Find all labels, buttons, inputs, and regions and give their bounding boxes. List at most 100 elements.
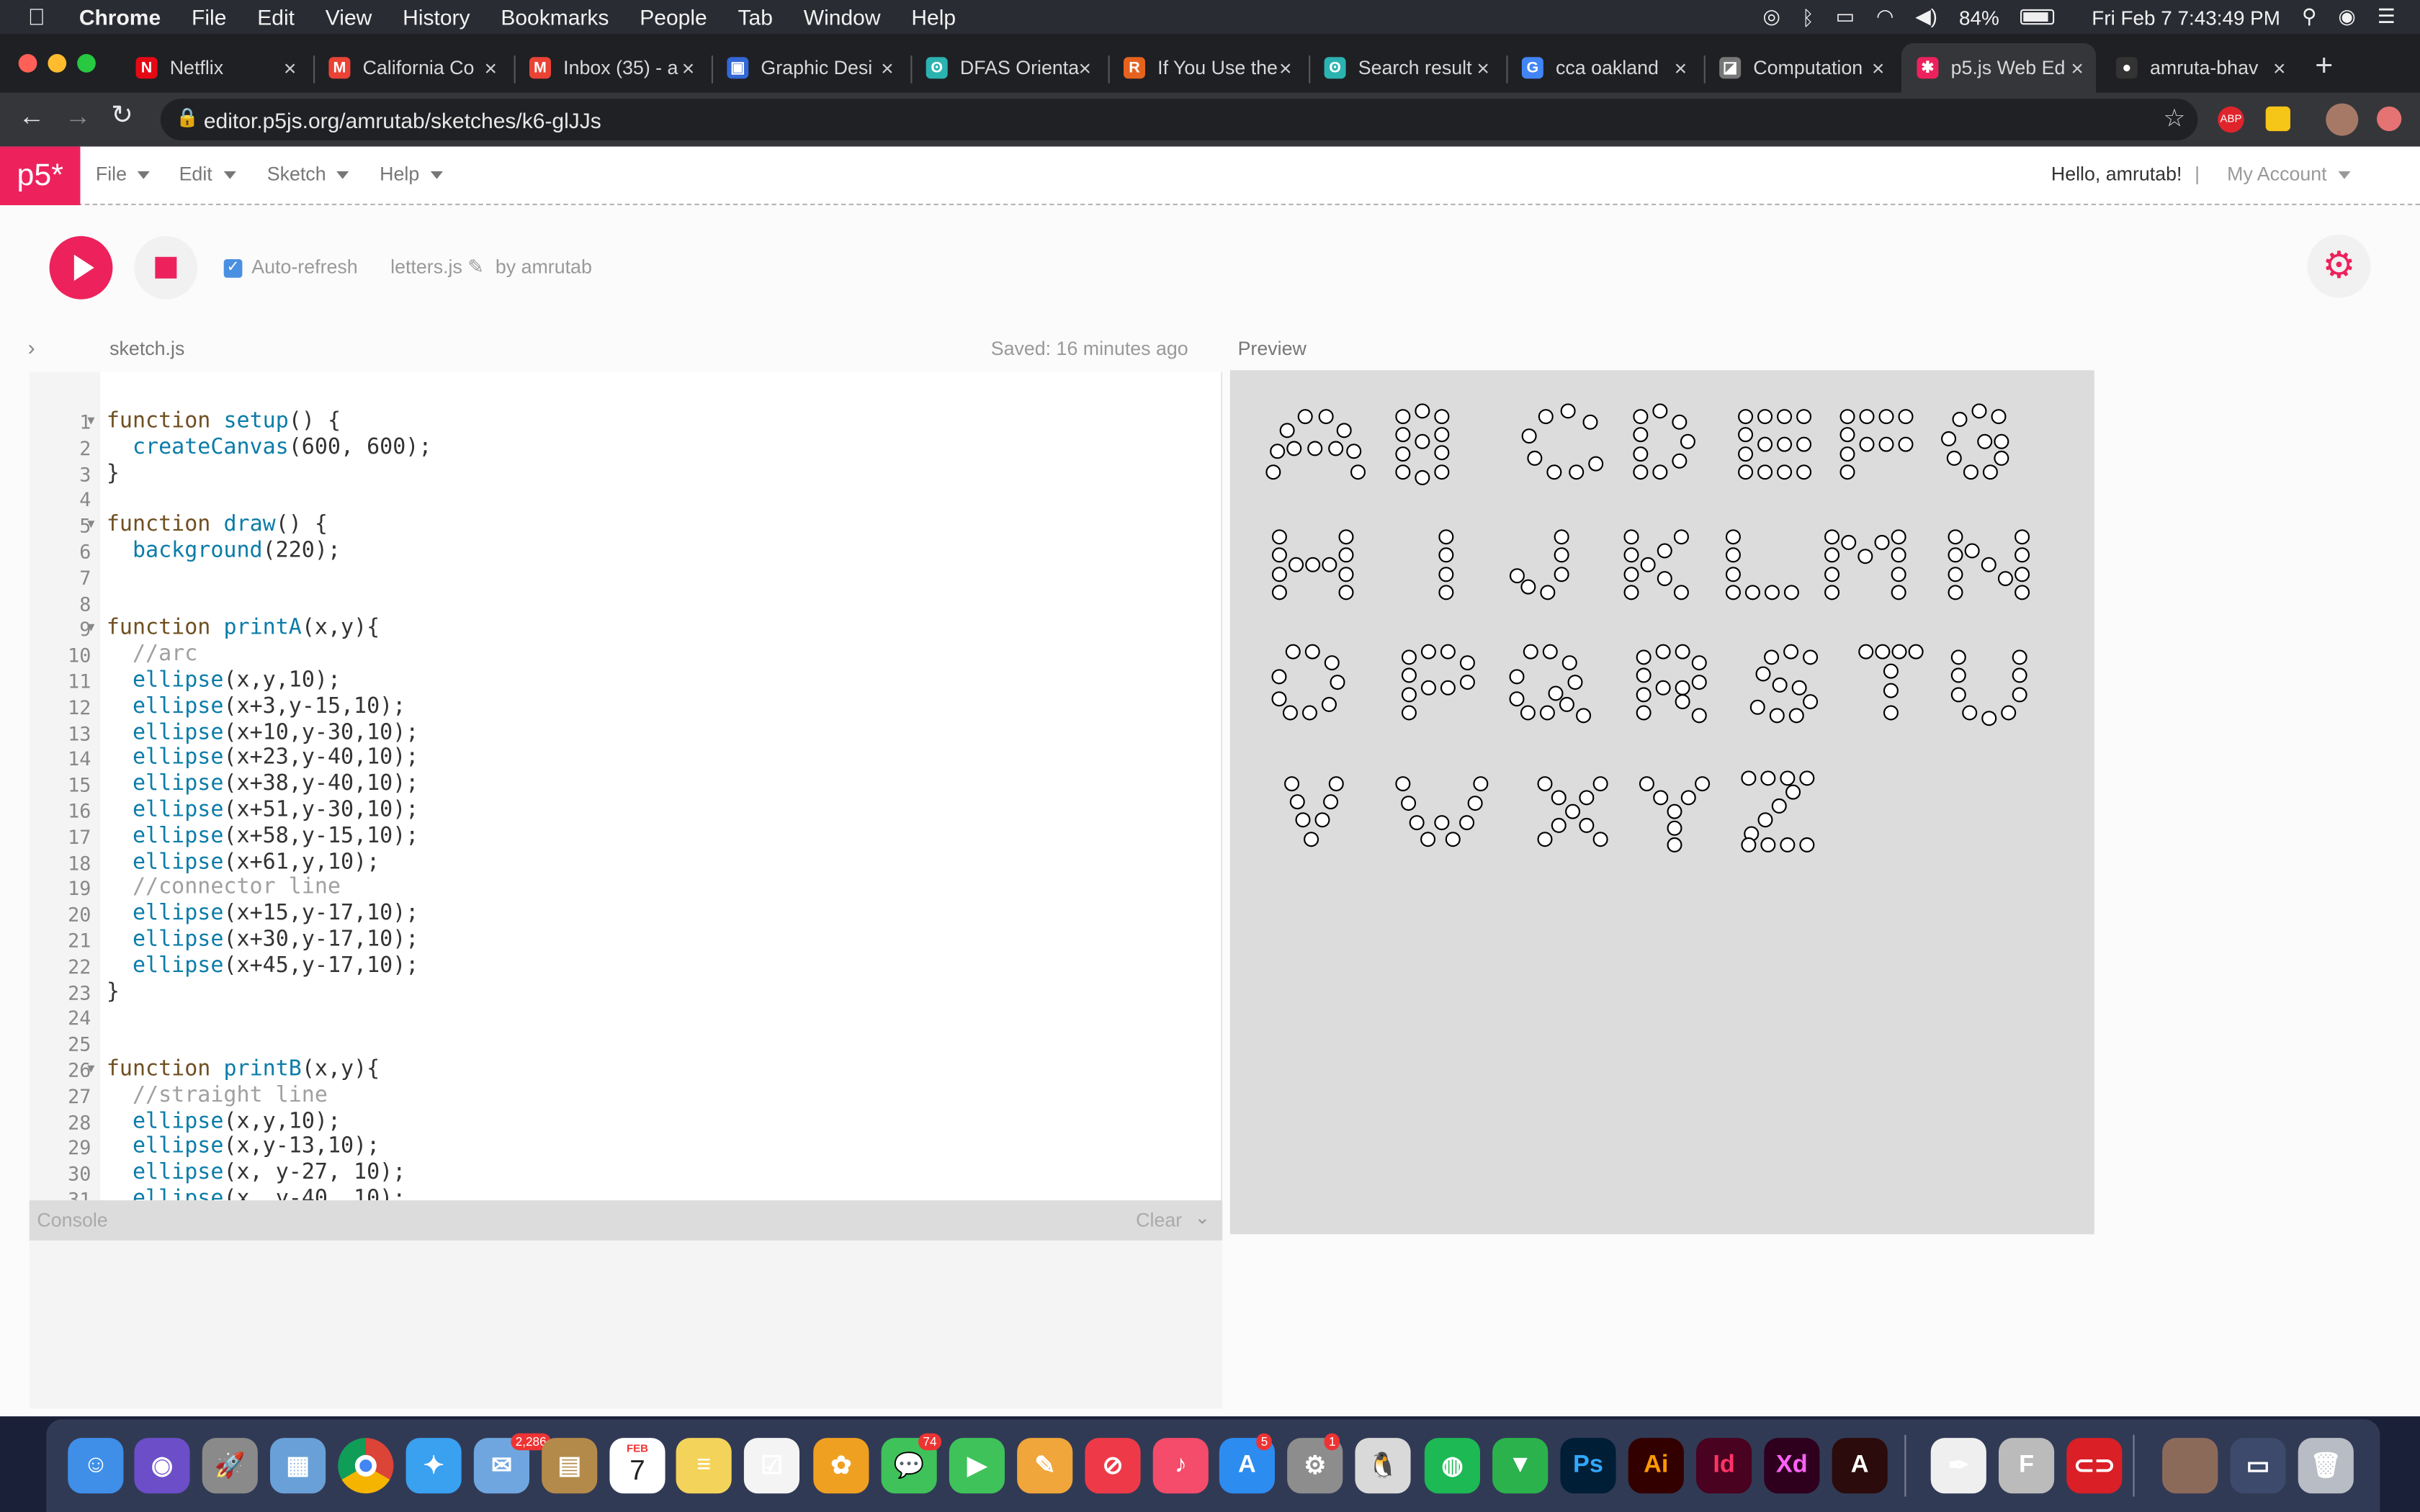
menu-tab[interactable]: Tab xyxy=(738,4,773,29)
menu-view[interactable]: View xyxy=(326,4,372,29)
wifi-icon[interactable]: ◠ xyxy=(1876,4,1894,29)
code-line[interactable]: ellipse(x+38,y-40,10); xyxy=(107,772,419,796)
code-line[interactable]: function printB(x,y){ xyxy=(107,1057,380,1081)
zoom-window-button[interactable] xyxy=(77,54,96,73)
siri-icon[interactable]: ◉ xyxy=(134,1438,190,1494)
code-line[interactable]: ellipse(x,y-13,10); xyxy=(107,1135,380,1159)
code-line[interactable]: //straight line xyxy=(107,1083,328,1107)
fold-arrow-icon[interactable]: ▼ xyxy=(85,517,97,531)
code-line[interactable]: } xyxy=(107,461,120,485)
auto-refresh-checkbox[interactable]: ✓ xyxy=(223,259,243,278)
chrome-icon[interactable] xyxy=(338,1438,394,1494)
browser-tab[interactable]: N Netflix × xyxy=(120,43,308,93)
menu-people[interactable]: People xyxy=(640,4,707,29)
apple-icon[interactable]:  xyxy=(28,4,45,30)
p5-menu-file[interactable]: File xyxy=(96,163,151,185)
stop-button[interactable] xyxy=(134,235,198,300)
code-line[interactable]: //connector line xyxy=(107,876,341,900)
notification-center-icon[interactable]: ☰ xyxy=(2378,4,2396,29)
notefile-icon[interactable]: ▤ xyxy=(542,1438,598,1494)
menu-edit[interactable]: Edit xyxy=(257,4,295,29)
fontbook-icon[interactable]: F xyxy=(1999,1438,2055,1494)
airplay-icon[interactable]: ▭ xyxy=(1836,4,1855,29)
code-line[interactable]: ellipse(x+45,y-17,10); xyxy=(107,953,419,978)
fold-arrow-icon[interactable]: ▼ xyxy=(85,413,97,427)
app-menu[interactable]: Chrome xyxy=(79,4,161,29)
code-editor[interactable]: 1 ▼ 2 3 4 5 ▼ 6 7 8 9 ▼ 10 11 12 13 14 15 16 17 18 19 20 21 22 23… xyxy=(29,372,1223,1201)
close-tab-icon[interactable]: × xyxy=(1476,55,1489,80)
menu-bookmarks[interactable]: Bookmarks xyxy=(501,4,609,29)
code-line[interactable]: ellipse(x+51,y-30,10); xyxy=(107,798,419,822)
fold-arrow-icon[interactable]: ▼ xyxy=(85,621,97,634)
browser-tab[interactable]: ✱ p5.js Web Ed × xyxy=(1901,43,2096,93)
preview-canvas[interactable] xyxy=(1229,370,2094,1235)
browser-tab[interactable]: ʘ Search result × xyxy=(1309,43,1502,93)
address-bar[interactable]: 🔒 editor.p5js.org/amrutab/sketches/k6-gl… xyxy=(160,99,2198,140)
menu-history[interactable]: History xyxy=(403,4,470,29)
reminders-icon[interactable]: ☑ xyxy=(743,1438,799,1494)
code-line[interactable]: //arc xyxy=(107,642,197,667)
console-clear-button[interactable]: Clear xyxy=(1136,1210,1182,1231)
bluetooth-icon[interactable]: ᛒ xyxy=(1802,6,1814,29)
code-line[interactable]: ellipse(x+61,y,10); xyxy=(107,850,380,874)
sketch-name[interactable]: letters.js xyxy=(390,256,462,278)
browser-tab[interactable]: ◪ Computation × xyxy=(1704,43,1897,93)
code-line[interactable]: ellipse(x+23,y-40,10); xyxy=(107,746,419,770)
menu-window[interactable]: Window xyxy=(804,4,881,29)
safari-icon[interactable]: ✦ xyxy=(405,1438,462,1494)
close-tab-icon[interactable]: × xyxy=(484,55,497,80)
close-tab-icon[interactable]: × xyxy=(2273,55,2286,80)
launchpad-icon[interactable]: 🚀 xyxy=(202,1438,258,1494)
file-tab[interactable]: sketch.js xyxy=(109,338,184,359)
browser-tab[interactable]: ʘ DFAS Orienta × xyxy=(910,43,1103,93)
forward-icon[interactable]: → xyxy=(65,102,91,132)
illustrator-icon[interactable]: Ai xyxy=(1628,1438,1684,1494)
browser-tab[interactable]: R If You Use the × xyxy=(1108,43,1304,93)
close-tab-icon[interactable]: × xyxy=(284,55,297,80)
code-line[interactable]: ellipse(x+58,y-15,10); xyxy=(107,824,419,848)
code-line[interactable]: background(220); xyxy=(107,539,341,563)
back-icon[interactable]: ← xyxy=(19,102,45,132)
code-line[interactable]: } xyxy=(107,979,120,1004)
photos-icon[interactable]: ✿ xyxy=(813,1438,869,1494)
close-tab-icon[interactable]: × xyxy=(1078,55,1091,80)
preview-icon[interactable]: ▦ xyxy=(270,1438,326,1494)
creative-cloud-icon[interactable]: ◎ xyxy=(1763,4,1780,29)
extension-icon-2[interactable] xyxy=(2377,106,2402,132)
cyberduck-icon[interactable]: 🐧 xyxy=(1355,1438,1411,1494)
browser-tab[interactable]: M Inbox (35) - a × xyxy=(514,43,707,93)
bookmark-star-icon[interactable]: ☆ xyxy=(2164,104,2186,135)
acrobat-icon[interactable]: A xyxy=(1832,1438,1888,1494)
code-line[interactable]: function printA(x,y){ xyxy=(107,616,380,641)
siri-icon[interactable]: ◉ xyxy=(2338,4,2355,29)
xd-icon[interactable]: Xd xyxy=(1764,1438,1820,1494)
browser-tab[interactable]: Gcca oakland × xyxy=(1506,43,1699,93)
photoshop-icon[interactable]: Ps xyxy=(1560,1438,1616,1494)
indesign-icon[interactable]: Id xyxy=(1696,1438,1752,1494)
p5-menu-edit[interactable]: Edit xyxy=(179,163,236,185)
profile-avatar[interactable] xyxy=(2326,103,2359,136)
code-line[interactable]: function draw() { xyxy=(107,513,328,537)
clock[interactable]: Fri Feb 7 7:43:49 PM xyxy=(2092,6,2280,29)
code-line[interactable]: ellipse(x+3,y-15,10); xyxy=(107,694,405,719)
code-line[interactable]: ellipse(x+10,y-30,10); xyxy=(107,720,419,744)
code-line[interactable]: ellipse(x, y-27, 10); xyxy=(107,1161,405,1185)
settings-button[interactable]: ⚙ xyxy=(2307,234,2371,298)
textedit-icon[interactable]: ✒ xyxy=(1930,1438,1986,1494)
feedly-icon[interactable]: ▼ xyxy=(1492,1438,1549,1494)
p5-menu-sketch[interactable]: Sketch xyxy=(267,163,349,185)
chevron-right-icon[interactable]: › xyxy=(28,335,35,359)
code-line[interactable]: function setup() { xyxy=(107,409,341,433)
minimize-window-button[interactable] xyxy=(48,54,67,73)
menu-help[interactable]: Help xyxy=(911,4,956,29)
close-tab-icon[interactable]: × xyxy=(1872,55,1885,80)
code-line[interactable]: ellipse(x,y,10); xyxy=(107,668,341,693)
browser-tab[interactable]: ● amruta-bhav × xyxy=(2100,43,2298,93)
extension-icon[interactable] xyxy=(2265,106,2290,132)
new-tab-button[interactable]: + xyxy=(2315,50,2333,85)
menu-file[interactable]: File xyxy=(192,4,226,29)
close-tab-icon[interactable]: × xyxy=(1675,55,1688,80)
my-account-menu[interactable]: My Account xyxy=(2227,163,2350,185)
music-icon[interactable]: ♪ xyxy=(1152,1438,1209,1494)
code-line[interactable]: ellipse(x+30,y-17,10); xyxy=(107,927,419,952)
